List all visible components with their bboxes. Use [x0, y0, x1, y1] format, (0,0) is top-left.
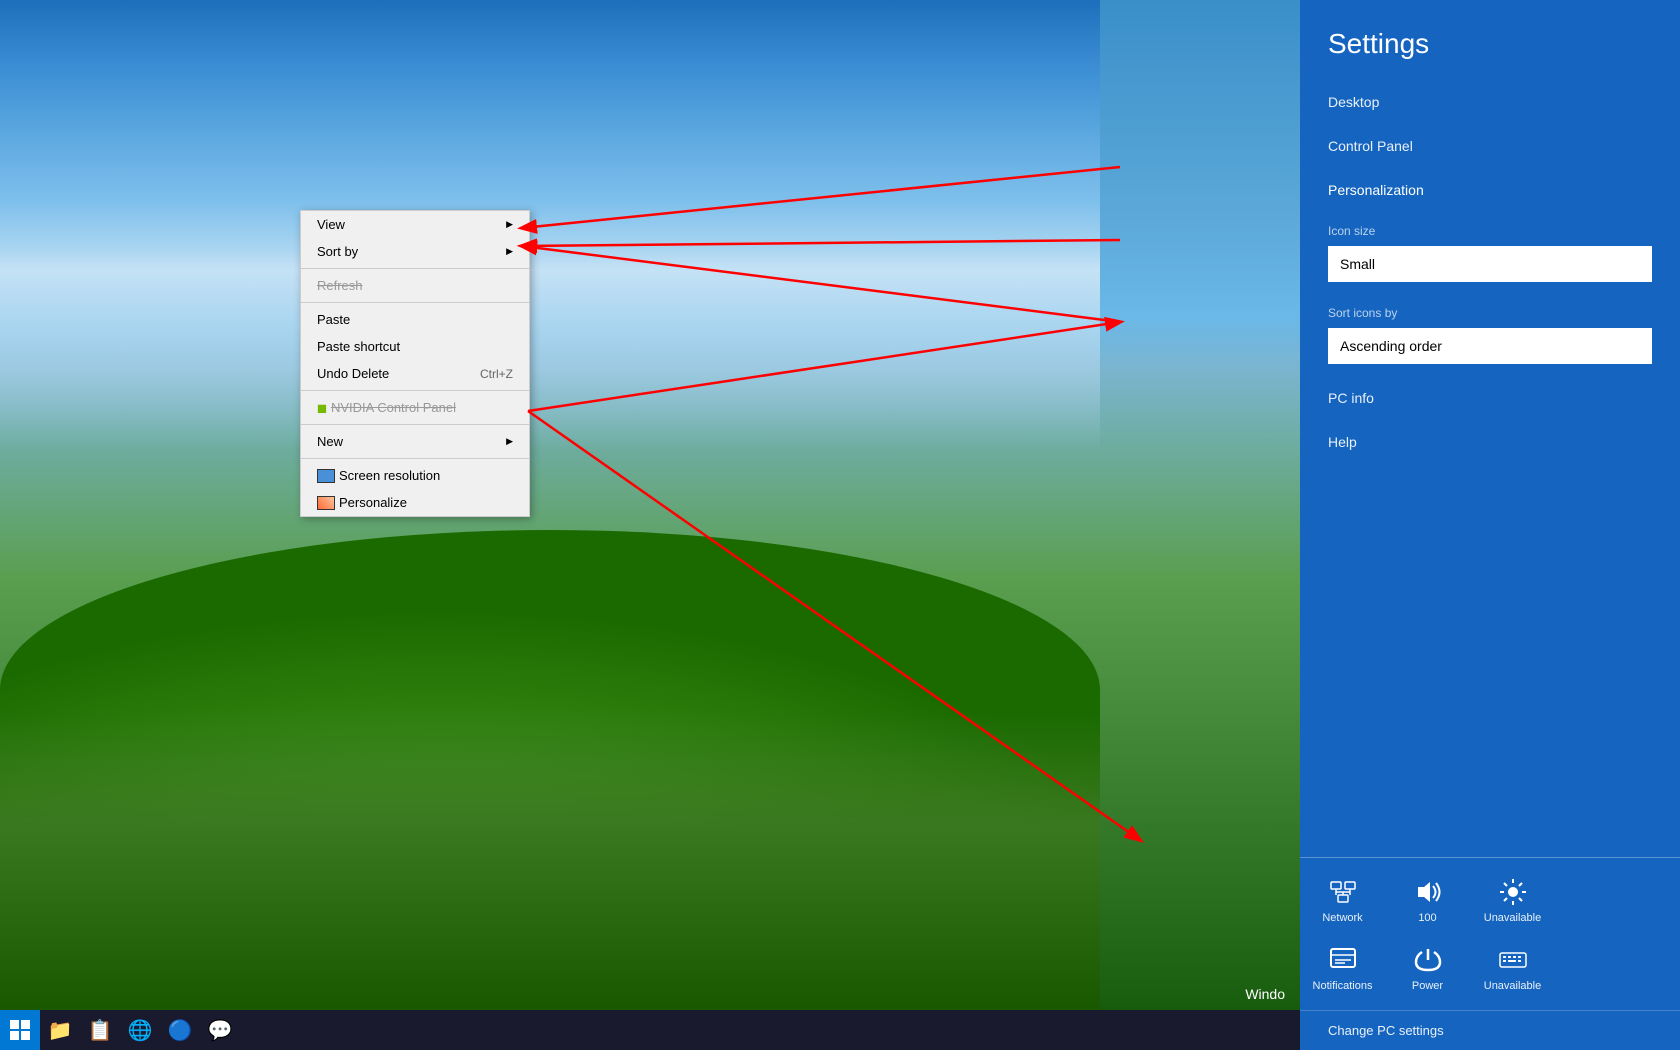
settings-icon-notifications[interactable]: Notifications — [1300, 934, 1385, 1002]
settings-icon-volume[interactable]: 100 — [1385, 866, 1470, 934]
taskbar-icon-program[interactable]: 📋 — [80, 1010, 120, 1050]
menu-divider-3 — [301, 390, 529, 391]
menu-divider-2 — [301, 302, 529, 303]
power-label: Power — [1412, 980, 1443, 992]
brightness-label: Unavailable — [1484, 912, 1541, 924]
menu-item-screen-resolution[interactable]: Screen resolution — [301, 462, 529, 489]
menu-item-sort-by[interactable]: Sort by — [301, 238, 529, 265]
nvidia-icon: ◼ — [317, 401, 327, 415]
keyboard-label: Unavailable — [1484, 980, 1541, 992]
notifications-icon — [1327, 944, 1359, 976]
icon-size-dropdown[interactable]: Small — [1328, 246, 1652, 282]
settings-title: Settings — [1300, 0, 1680, 80]
network-icon — [1327, 876, 1359, 908]
menu-divider-5 — [301, 458, 529, 459]
settings-icon-keyboard[interactable]: Unavailable — [1470, 934, 1555, 1002]
taskbar-icon-skype[interactable]: 💬 — [200, 1010, 240, 1050]
settings-icon-brightness[interactable]: Unavailable — [1470, 866, 1555, 934]
windows-logo — [8, 1018, 32, 1042]
taskbar-icon-ie[interactable]: 🌐 — [120, 1010, 160, 1050]
sort-icons-dropdown[interactable]: Ascending order — [1328, 328, 1652, 364]
settings-icon-network[interactable]: Network — [1300, 866, 1385, 934]
menu-divider-1 — [301, 268, 529, 269]
settings-item-personalization[interactable]: Personalization — [1300, 168, 1680, 212]
taskbar-icon-chrome[interactable]: 🔵 — [160, 1010, 200, 1050]
windows-label: Windo — [1245, 986, 1285, 1002]
settings-item-desktop[interactable]: Desktop — [1300, 80, 1680, 124]
settings-item-pc-info[interactable]: PC info — [1300, 376, 1680, 420]
menu-item-view[interactable]: View — [301, 211, 529, 238]
taskbar-icon-explorer[interactable]: 📁 — [40, 1010, 80, 1050]
settings-icons-row-2: Notifications Power Unavailable — [1300, 934, 1680, 1002]
personalize-icon — [317, 496, 335, 510]
menu-divider-4 — [301, 424, 529, 425]
menu-item-new[interactable]: New — [301, 428, 529, 455]
settings-item-help[interactable]: Help — [1300, 420, 1680, 464]
keyboard-icon — [1497, 944, 1529, 976]
context-menu: View Sort by Refresh Paste Paste shortcu… — [300, 210, 530, 517]
settings-footer: Change PC settings — [1300, 1002, 1680, 1050]
screen-resolution-icon — [317, 469, 335, 483]
settings-panel: Settings Desktop Control Panel Personali… — [1300, 0, 1680, 1050]
settings-icon-power[interactable]: Power — [1385, 934, 1470, 1002]
volume-icon — [1412, 876, 1444, 908]
menu-item-personalize[interactable]: Personalize — [301, 489, 529, 516]
network-label: Network — [1322, 912, 1362, 924]
menu-item-nvidia[interactable]: ◼ NVIDIA Control Panel — [301, 394, 529, 421]
menu-item-refresh[interactable]: Refresh — [301, 272, 529, 299]
settings-bottom-divider — [1300, 857, 1680, 858]
menu-item-paste[interactable]: Paste — [301, 306, 529, 333]
brightness-icon — [1497, 876, 1529, 908]
volume-label: 100 — [1418, 912, 1436, 924]
icon-size-label: Icon size — [1300, 212, 1680, 242]
settings-icons-row-1: Network 100 Unavailabl — [1300, 866, 1680, 934]
menu-item-paste-shortcut[interactable]: Paste shortcut — [301, 333, 529, 360]
change-pc-settings-button[interactable]: Change PC settings — [1300, 1010, 1680, 1050]
notifications-label: Notifications — [1313, 980, 1373, 992]
sort-icons-label: Sort icons by — [1300, 294, 1680, 324]
power-icon — [1412, 944, 1444, 976]
start-button[interactable] — [0, 1010, 40, 1050]
menu-item-undo-delete[interactable]: Undo Delete Ctrl+Z — [301, 360, 529, 387]
settings-item-control-panel[interactable]: Control Panel — [1300, 124, 1680, 168]
